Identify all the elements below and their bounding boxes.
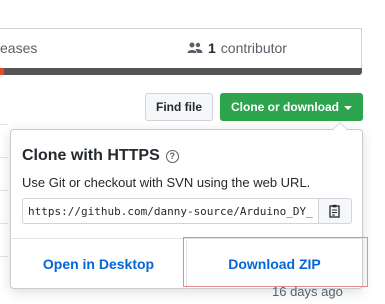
clone-or-download-button[interactable]: Clone or download bbox=[220, 93, 363, 121]
popover-title-text: Clone with HTTPS bbox=[22, 147, 160, 164]
find-file-button[interactable]: Find file bbox=[145, 93, 213, 121]
contributor-count: 1 bbox=[208, 40, 216, 56]
clone-url-group bbox=[22, 198, 352, 224]
clipboard-icon bbox=[329, 204, 340, 218]
caret-down-icon bbox=[344, 106, 352, 110]
file-row-divider bbox=[0, 223, 8, 224]
commit-timestamp: 16 days ago bbox=[272, 284, 343, 299]
language-bar[interactable] bbox=[0, 68, 362, 75]
highlight-annotation bbox=[183, 237, 368, 287]
question-icon[interactable]: ? bbox=[165, 149, 179, 163]
contributor-label: contributor bbox=[220, 40, 287, 56]
popover-description: Use Git or checkout with SVN using the w… bbox=[22, 175, 311, 190]
releases-link[interactable]: eases bbox=[0, 40, 37, 56]
file-row-divider bbox=[0, 190, 8, 191]
language-segment bbox=[0, 68, 4, 75]
open-in-desktop-button[interactable]: Open in Desktop bbox=[11, 239, 186, 289]
copy-url-button[interactable] bbox=[318, 198, 352, 224]
file-row-divider bbox=[0, 157, 8, 158]
popover-arrow-inner bbox=[333, 123, 347, 130]
repo-stats-bar: eases 1 contributor bbox=[0, 28, 362, 68]
people-icon bbox=[187, 42, 203, 53]
file-row-divider bbox=[0, 256, 8, 257]
clone-url-input[interactable] bbox=[22, 198, 318, 224]
clone-button-label: Clone or download bbox=[231, 100, 339, 114]
file-row-divider bbox=[0, 124, 8, 125]
contributors-link[interactable]: 1 contributor bbox=[187, 40, 287, 56]
popover-title: Clone with HTTPS ? bbox=[22, 147, 179, 165]
